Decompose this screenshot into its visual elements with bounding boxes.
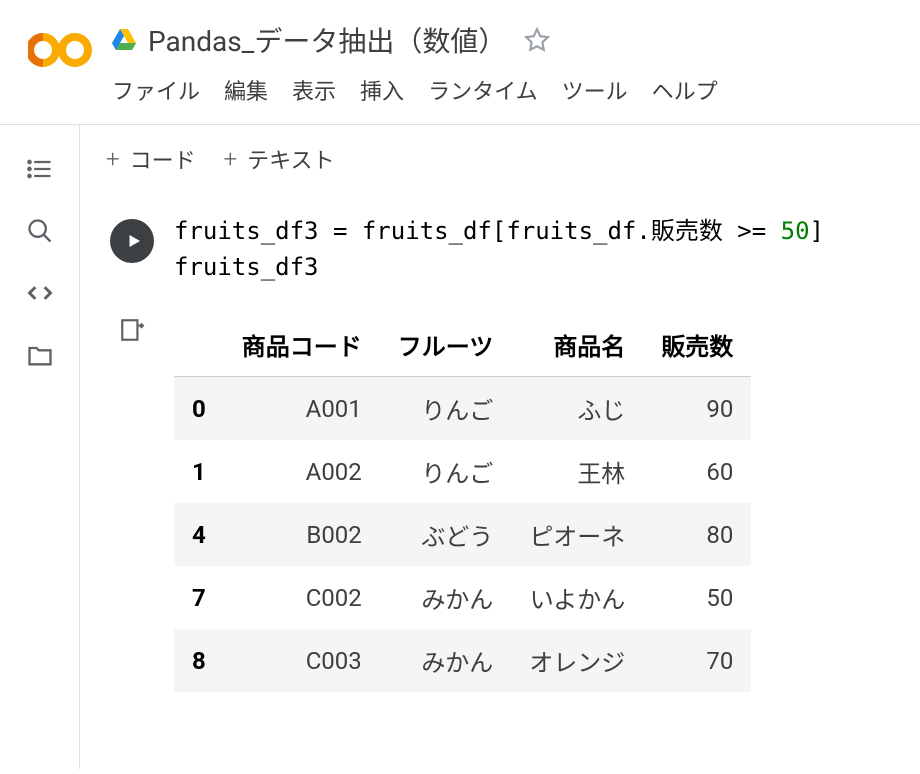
menu-help[interactable]: ヘルプ [652,74,718,106]
code-text: ] [810,217,824,245]
output-dataframe: 商品コード フルーツ 商品名 販売数 0A001りんごふじ901A002りんご王… [174,313,751,692]
menu-runtime[interactable]: ランタイム [428,74,538,106]
menu-edit[interactable]: 編集 [224,74,268,106]
table-cell: 60 [643,440,751,503]
column-header: フルーツ [380,313,512,377]
column-header: 販売数 [643,313,751,377]
menu-insert[interactable]: 挿入 [360,74,404,106]
code-text: fruits_df3 [174,253,319,281]
toc-icon[interactable] [26,155,54,183]
table-cell: ぶどう [380,503,512,566]
table-cell: いよかん [511,566,643,629]
table-cell: りんご [380,377,512,441]
table-cell: B002 [224,503,380,566]
menu-tools[interactable]: ツール [562,74,628,106]
table-cell: 70 [643,629,751,692]
table-cell: オレンジ [511,629,643,692]
table-row: 4B002ぶどうピオーネ80 [174,503,751,566]
table-cell: みかん [380,629,512,692]
table-row: 1A002りんご王林60 [174,440,751,503]
add-code-button[interactable]: + コード [106,143,196,175]
table-cell: 王林 [511,440,643,503]
add-text-button[interactable]: + テキスト [224,143,335,175]
notebook-title[interactable]: Pandas_データ抽出（数値） [148,20,506,60]
table-cell: ピオーネ [511,503,643,566]
table-cell: 1 [174,440,224,503]
add-code-label: コード [130,143,196,175]
index-header [174,313,224,377]
table-row: 0A001りんごふじ90 [174,377,751,441]
code-text: fruits_df3 = fruits_df[fruits_df.販売数 >= [174,217,781,245]
table-row: 7C002みかんいよかん50 [174,566,751,629]
drive-icon [112,29,136,51]
table-cell: 90 [643,377,751,441]
column-header: 商品コード [224,313,380,377]
code-editor[interactable]: fruits_df3 = fruits_df[fruits_df.販売数 >= … [174,213,824,285]
plus-icon: + [224,145,238,173]
table-cell: みかん [380,566,512,629]
output-indicator-icon[interactable] [110,317,154,343]
colab-logo [28,30,92,70]
table-cell: 7 [174,566,224,629]
table-cell: 80 [643,503,751,566]
menu-view[interactable]: 表示 [292,74,336,106]
search-icon[interactable] [26,217,54,245]
table-cell: ふじ [511,377,643,441]
table-cell: 4 [174,503,224,566]
code-snippets-icon[interactable] [26,279,54,307]
table-cell: C002 [224,566,380,629]
column-header: 商品名 [511,313,643,377]
menu-file[interactable]: ファイル [112,74,200,106]
star-icon[interactable] [524,27,550,53]
table-cell: 50 [643,566,751,629]
plus-icon: + [106,145,120,173]
table-cell: C003 [224,629,380,692]
table-row: 8C003みかんオレンジ70 [174,629,751,692]
table-cell: A002 [224,440,380,503]
add-text-label: テキスト [247,143,334,175]
run-cell-button[interactable] [110,219,154,263]
table-cell: A001 [224,377,380,441]
table-cell: 0 [174,377,224,441]
code-number: 50 [781,217,810,245]
table-cell: 8 [174,629,224,692]
files-icon[interactable] [26,341,54,369]
table-cell: りんご [380,440,512,503]
